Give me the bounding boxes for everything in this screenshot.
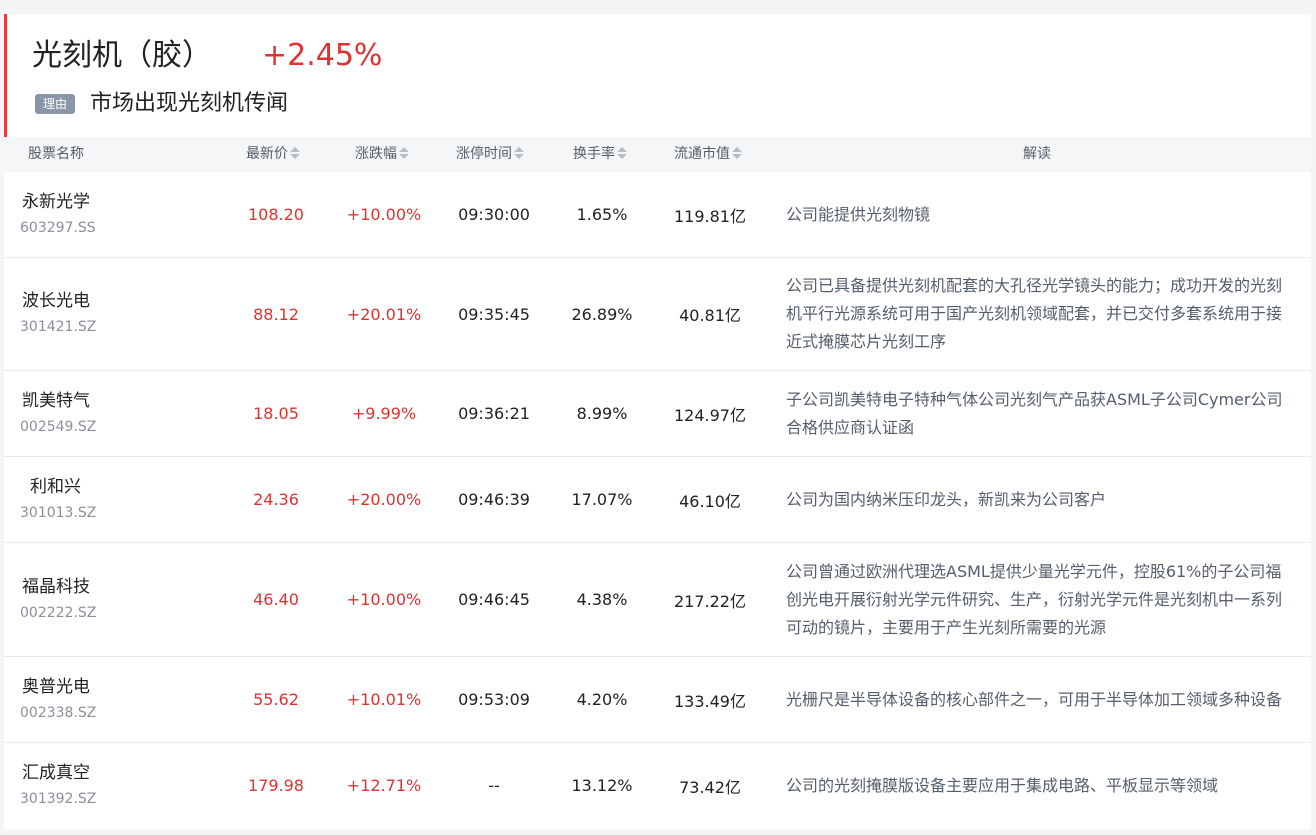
limit-up-time: 09:46:39 [458,490,530,509]
stock-price: 108.20 [248,205,304,224]
stock-name[interactable]: 永新光学 [20,189,90,215]
stock-name-cell: 利和兴 301013.SZ [20,457,200,542]
limit-up-time: 09:53:09 [458,690,530,709]
table-row[interactable]: 波长光电 301421.SZ 88.12 +20.01% 09:35:45 26… [4,258,1311,371]
col-header-price[interactable]: 最新价 [246,137,300,172]
stock-table: 股票名称 最新价 涨跌幅 涨停时间 换手率 流通市值 解读 永新光学 60329… [4,137,1311,828]
float-market-cap: 40.81亿 [679,306,741,325]
table-header: 股票名称 最新价 涨跌幅 涨停时间 换手率 流通市值 解读 [4,137,1311,172]
stock-name[interactable]: 利和兴 [20,474,81,500]
stock-change-pct: +10.00% [346,205,422,224]
stock-note: 公司能提供光刻物镜 [786,204,931,224]
stock-name-cell: 汇成真空 301392.SZ [20,743,200,828]
float-market-cap: 133.49亿 [674,691,746,711]
col-header-turnover-label: 换手率 [573,146,615,162]
stock-change-pct: +9.99% [351,404,417,423]
float-market-cap: 124.97亿 [674,405,746,425]
sort-icon[interactable] [290,146,300,160]
stock-name[interactable]: 奥普光电 [20,674,90,700]
stock-code: 301392.SZ [20,790,97,807]
sort-icon[interactable] [617,146,627,160]
stock-change-pct: +12.71% [346,776,422,795]
stock-price: 179.98 [248,776,304,795]
col-header-float-cap-label: 流通市值 [674,146,730,162]
concept-card: 光刻机（胶） +2.45% 理由 市场出现光刻机传闻 股票名称 最新价 涨跌幅 … [4,14,1311,829]
float-market-cap: 73.42亿 [679,777,741,797]
stock-price: 18.05 [253,404,299,423]
col-header-name-label: 股票名称 [28,146,84,162]
turnover-rate: 4.38% [576,590,628,609]
float-market-cap: 119.81亿 [674,206,746,226]
col-header-pct[interactable]: 涨跌幅 [355,137,409,172]
limit-up-time: 09:35:45 [458,304,530,324]
limit-up-time: 09:46:45 [458,590,530,609]
stock-name-cell: 凯美特气 002549.SZ [20,371,200,456]
col-header-turnover[interactable]: 换手率 [573,137,627,172]
reason-badge: 理由 [35,94,75,114]
stock-change-pct: +20.01% [346,304,422,324]
table-row[interactable]: 奥普光电 002338.SZ 55.62 +10.01% 09:53:09 4.… [4,657,1311,743]
stock-code: 002338.SZ [20,704,97,721]
stock-note: 公司曾通过欧洲代理选ASML提供少量光学元件，控股61%的子公司福创光电开展衍射… [786,561,1283,637]
col-header-limit-time-label: 涨停时间 [456,146,512,162]
col-header-pct-label: 涨跌幅 [355,146,397,162]
turnover-rate: 26.89% [571,304,633,324]
stock-change-pct: +10.01% [346,690,422,709]
stock-code: 301013.SZ [20,504,97,521]
stock-price: 88.12 [253,304,299,324]
stock-name[interactable]: 波长光电 [20,288,90,314]
concept-title[interactable]: 光刻机（胶） [32,36,212,76]
stock-change-pct: +20.00% [346,490,422,509]
stock-price: 24.36 [253,490,299,509]
col-header-note: 解读 [1023,137,1051,172]
stock-name-cell: 波长光电 301421.SZ [20,258,200,370]
table-row[interactable]: 汇成真空 301392.SZ 179.98 +12.71% -- 13.12% … [4,743,1311,828]
turnover-rate: 17.07% [571,490,633,509]
stock-price: 55.62 [253,690,299,709]
stock-name-cell: 福晶科技 002222.SZ [20,543,200,656]
sort-icon[interactable] [399,146,409,160]
stock-name-cell: 奥普光电 002338.SZ [20,657,200,742]
col-header-float-cap[interactable]: 流通市值 [674,137,742,172]
float-market-cap: 217.22亿 [674,591,746,611]
turnover-rate: 8.99% [576,404,628,423]
stock-note: 光栅尺是半导体设备的核心部件之一，可用于半导体加工领域多种设备 [786,689,1283,709]
col-header-limit-time[interactable]: 涨停时间 [456,137,524,172]
col-header-price-label: 最新价 [246,146,288,162]
turnover-rate: 4.20% [576,690,628,709]
sort-icon[interactable] [514,146,524,160]
limit-up-time: -- [488,776,500,795]
table-row[interactable]: 福晶科技 002222.SZ 46.40 +10.00% 09:46:45 4.… [4,543,1311,657]
stock-code: 002222.SZ [20,604,97,621]
table-row[interactable]: 凯美特气 002549.SZ 18.05 +9.99% 09:36:21 8.9… [4,371,1311,457]
limit-up-time: 09:36:21 [458,404,530,423]
col-header-name: 股票名称 [28,137,84,172]
stock-name[interactable]: 福晶科技 [20,574,90,600]
stock-note: 子公司凯美特电子特种气体公司光刻气产品获ASML子公司Cymer公司合格供应商认… [786,389,1283,437]
table-row[interactable]: 利和兴 301013.SZ 24.36 +20.00% 09:46:39 17.… [4,457,1311,543]
stock-name[interactable]: 凯美特气 [20,388,90,414]
turnover-rate: 1.65% [576,205,628,224]
stock-price: 46.40 [253,590,299,609]
stock-name-cell: 永新光学 603297.SS [20,172,200,257]
float-market-cap: 46.10亿 [679,491,741,511]
stock-note: 公司已具备提供光刻机配套的大孔径光学镜头的能力；成功开发的光刻机平行光源系统可用… [786,276,1283,351]
sort-icon[interactable] [732,146,742,160]
stock-code: 002549.SZ [20,418,97,435]
concept-change: +2.45% [262,38,383,73]
stock-change-pct: +10.00% [346,590,422,609]
stock-note: 公司为国内纳米压印龙头，新凯来为公司客户 [786,489,1107,509]
stock-note: 公司的光刻掩膜版设备主要应用于集成电路、平板显示等领域 [786,775,1219,795]
limit-up-time: 09:30:00 [458,205,530,224]
stock-name[interactable]: 汇成真空 [20,760,90,786]
stock-code: 603297.SS [20,219,96,236]
card-header: 光刻机（胶） +2.45% 理由 市场出现光刻机传闻 [4,14,1311,137]
stock-code: 301421.SZ [20,319,97,335]
table-row[interactable]: 永新光学 603297.SS 108.20 +10.00% 09:30:00 1… [4,172,1311,258]
reason-text: 市场出现光刻机传闻 [90,91,289,116]
col-header-note-label: 解读 [1023,146,1051,162]
turnover-rate: 13.12% [571,776,633,795]
